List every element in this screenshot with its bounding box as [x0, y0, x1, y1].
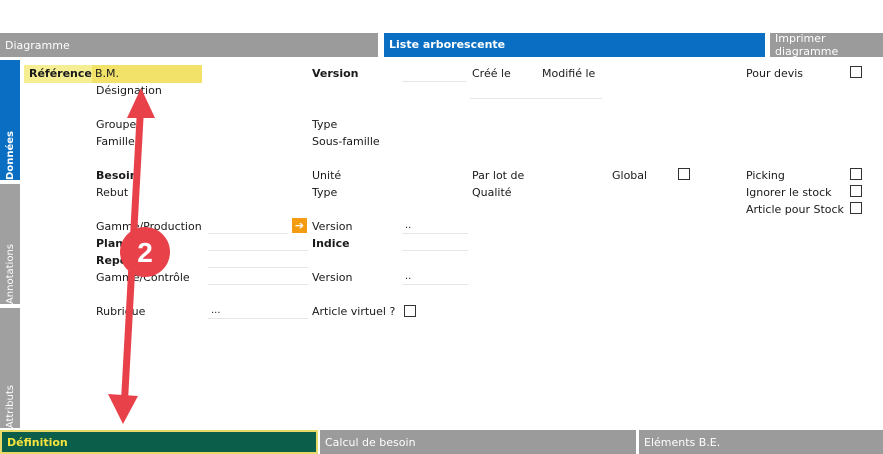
rubrique-label: Rubrique	[96, 305, 146, 318]
dates-field[interactable]	[470, 83, 602, 99]
rebut-label: Rebut	[96, 186, 129, 199]
indice-field[interactable]	[402, 235, 468, 251]
type-label: Type	[312, 118, 338, 131]
designation-textarea[interactable]	[207, 65, 308, 201]
plan-label: Plan	[96, 237, 124, 250]
par-lot-field[interactable]	[538, 164, 608, 198]
pour-devis-checkbox[interactable]	[850, 66, 862, 78]
repere-label: Repère	[96, 254, 141, 267]
besoin-label: Besoin	[96, 169, 138, 182]
indice-label: Indice	[312, 237, 350, 250]
tab-imprimer-label: Imprimer diagramme	[775, 32, 839, 58]
tab-liste-arborescente[interactable]: Liste arborescente	[384, 33, 765, 57]
side-tab-annotations[interactable]: Annotations	[0, 184, 20, 304]
sous-famille-label: Sous-famille	[312, 135, 380, 148]
side-tab-donnees[interactable]: Données	[0, 60, 20, 180]
global-label: Global	[612, 169, 648, 182]
pour-devis-label: Pour devis	[746, 67, 804, 80]
tab-liste-label: Liste arborescente	[389, 37, 506, 51]
global-checkbox[interactable]	[678, 168, 690, 180]
cree-le-label: Créé le	[472, 67, 511, 80]
reference-value[interactable]: B.M.	[92, 65, 202, 83]
arrow-right-icon[interactable]: ➔	[292, 218, 307, 233]
modifie-le-label: Modifié le	[542, 67, 596, 80]
side-tab-donnees-label: Données	[4, 131, 16, 180]
article-pour-stock-label: Article pour Stock	[746, 203, 844, 216]
tab-calcul-label: Calcul de besoin	[325, 435, 416, 449]
gamme-production-label: Gamme/Production	[96, 220, 202, 233]
unite-label: Unité	[312, 169, 342, 182]
form-panel: Référence B.M. Désignation Version Créé …	[20, 58, 883, 428]
tab-elements-label: Eléments B.E.	[644, 435, 721, 449]
article-pour-stock-checkbox[interactable]	[850, 202, 862, 214]
version-label: Version	[312, 67, 359, 80]
article-virtuel-checkbox[interactable]	[404, 305, 416, 317]
picking-checkbox[interactable]	[850, 168, 862, 180]
version3-field[interactable]: ..	[402, 269, 468, 285]
version2-label: Version	[312, 220, 353, 233]
famille-label: Famille	[96, 135, 135, 148]
gamme-controle-label: Gamme/Contrôle	[96, 271, 190, 284]
side-tab-attributs[interactable]: Attributs	[0, 308, 20, 428]
type2-label: Type	[312, 186, 338, 199]
groupe-label: Groupe	[96, 118, 137, 131]
ignorer-stock-label: Ignorer le stock	[746, 186, 832, 199]
gamme-controle-field[interactable]	[208, 269, 308, 285]
side-tab-annotations-label: Annotations	[4, 243, 16, 304]
gamme-production-field[interactable]	[208, 218, 288, 234]
tab-calcul-de-besoin[interactable]: Calcul de besoin	[320, 430, 636, 454]
article-virtuel-label: Article virtuel ?	[312, 305, 396, 318]
tab-imprimer-diagramme[interactable]: Imprimer diagramme	[768, 32, 883, 58]
tab-definition-label: Définition	[7, 435, 68, 449]
version2-field[interactable]: ..	[402, 218, 468, 234]
type-famille-box[interactable]	[398, 114, 468, 198]
version3-label: Version	[312, 271, 353, 284]
par-lot-de-label: Par lot de	[472, 169, 525, 182]
qualite-label: Qualité	[472, 186, 512, 199]
tab-definition[interactable]: Définition	[0, 430, 318, 454]
side-tab-attributs-label: Attributs	[4, 384, 16, 428]
repere-field[interactable]	[208, 252, 308, 268]
plan-field[interactable]	[208, 235, 308, 251]
tab-diagramme-label: Diagramme	[5, 38, 70, 52]
picking-label: Picking	[746, 169, 785, 182]
reference-label: Référence	[24, 65, 92, 83]
tab-diagramme[interactable]: Diagramme	[0, 33, 378, 57]
version-field[interactable]	[402, 66, 466, 82]
rubrique-field[interactable]: ...	[208, 303, 308, 319]
designation-label: Désignation	[96, 84, 162, 97]
tab-elements-be[interactable]: Eléments B.E.	[639, 430, 883, 454]
ignorer-stock-checkbox[interactable]	[850, 185, 862, 197]
